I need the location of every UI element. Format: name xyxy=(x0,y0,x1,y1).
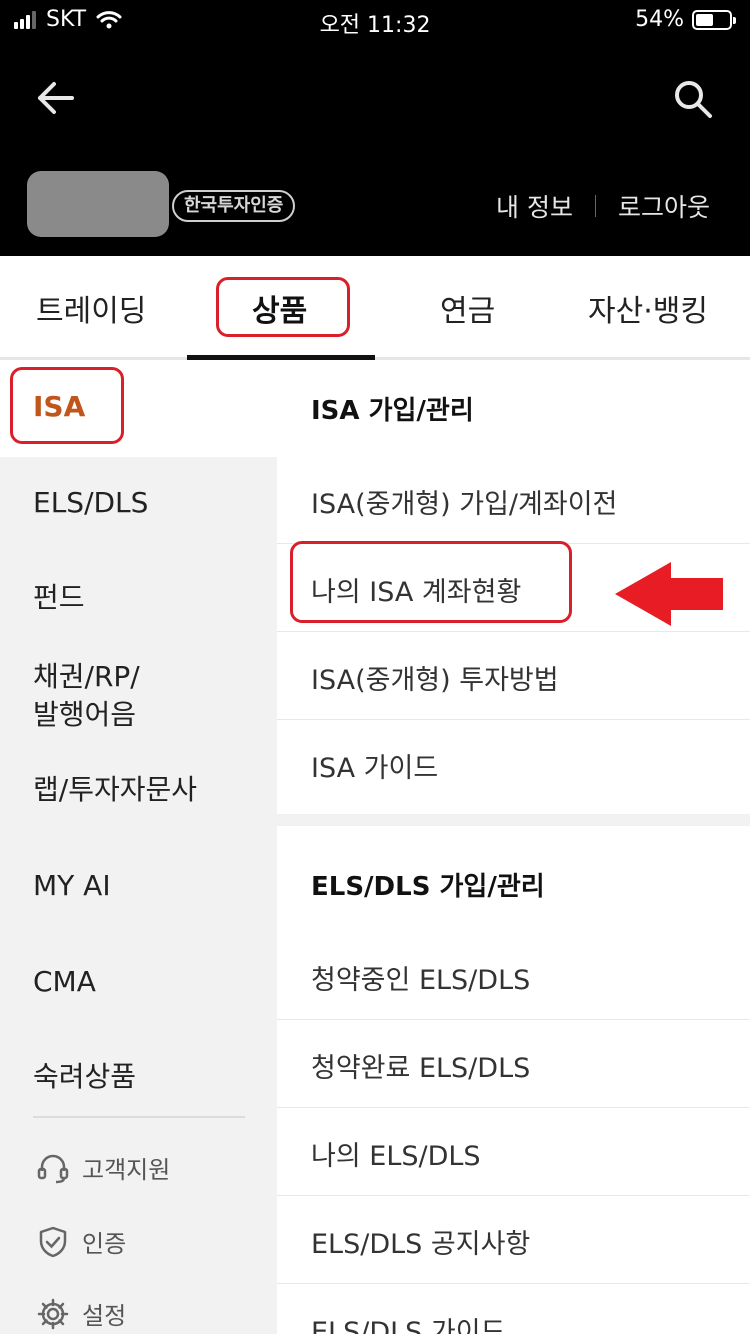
side-item-wrap[interactable]: 랩/투자자문사 xyxy=(33,771,197,809)
list-item[interactable]: 청약중인 ELS/DLS xyxy=(277,932,750,1020)
arrow-left-icon[interactable] xyxy=(34,76,78,120)
app-header: SKT 오전 11:32 54% 한국투자인증 내 정보 로그아웃 xyxy=(0,0,750,256)
side-item-bond-rp[interactable]: 채권/RP/ 발행어음 xyxy=(33,658,140,734)
list-item[interactable]: ISA(중개형) 투자방법 xyxy=(277,632,750,720)
side-item-els-dls[interactable]: ELS/DLS xyxy=(33,484,148,522)
util-settings[interactable]: 설정 xyxy=(36,1296,126,1331)
battery-icon xyxy=(692,9,736,30)
link-divider xyxy=(594,195,596,217)
list-item[interactable]: ISA(중개형) 가입/계좌이전 xyxy=(277,456,750,544)
tab-assets-banking[interactable]: 자산·뱅킹 xyxy=(588,286,708,330)
list-item[interactable]: 청약완료 ELS/DLS xyxy=(277,1020,750,1108)
util-customer-support[interactable]: 고객지원 xyxy=(36,1150,170,1185)
section-title-isa: ISA 가입/관리 xyxy=(311,396,474,426)
side-item-cma[interactable]: CMA xyxy=(33,963,96,1001)
list-item[interactable]: ELS/DLS 공지사항 xyxy=(277,1196,750,1284)
side-divider xyxy=(33,1116,245,1118)
list-item[interactable]: ISA 가이드 xyxy=(277,720,750,808)
main-tabs: 트레이딩 상품 연금 자산·뱅킹 xyxy=(0,256,750,360)
battery-percent: 54% xyxy=(635,7,684,32)
util-label: 인증 xyxy=(82,1230,127,1258)
headset-icon xyxy=(37,1154,69,1183)
cert-badge[interactable]: 한국투자인증 xyxy=(172,190,296,222)
util-label: 고객지원 xyxy=(82,1156,171,1184)
shield-check-icon xyxy=(39,1226,67,1257)
side-menu: ISA ELS/DLS 펀드 채권/RP/ 발행어음 랩/투자자문사 MY AI… xyxy=(0,360,277,1334)
util-certification[interactable]: 인증 xyxy=(36,1224,126,1259)
tab-trading[interactable]: 트레이딩 xyxy=(36,286,146,330)
search-icon[interactable] xyxy=(670,76,716,122)
gear-icon xyxy=(37,1298,69,1329)
user-name-blurred xyxy=(27,171,169,237)
list-item[interactable]: 나의 ELS/DLS xyxy=(277,1108,750,1196)
side-item-fund[interactable]: 펀드 xyxy=(33,579,85,617)
red-pointer-arrow-icon xyxy=(615,562,723,626)
util-label: 설정 xyxy=(82,1302,127,1330)
section-title-els-dls: ELS/DLS 가입/관리 xyxy=(311,872,545,902)
submenu-panel: ISA 가입/관리 ISA(중개형) 가입/계좌이전 나의 ISA 계좌현황 I… xyxy=(277,360,750,1334)
logout-link[interactable]: 로그아웃 xyxy=(618,188,710,224)
list-item[interactable]: ELS/DLS 가이드 xyxy=(277,1284,750,1334)
tab-products[interactable]: 상품 xyxy=(252,286,307,330)
my-info-link[interactable]: 내 정보 xyxy=(496,188,573,224)
side-item-deliberation[interactable]: 숙려상품 xyxy=(33,1058,136,1096)
section-divider xyxy=(277,814,750,826)
side-item-isa[interactable]: ISA xyxy=(33,388,85,426)
side-item-my-ai[interactable]: MY AI xyxy=(33,867,111,905)
status-bar: SKT 오전 11:32 54% xyxy=(0,0,750,40)
tab-pension[interactable]: 연금 xyxy=(440,286,495,330)
